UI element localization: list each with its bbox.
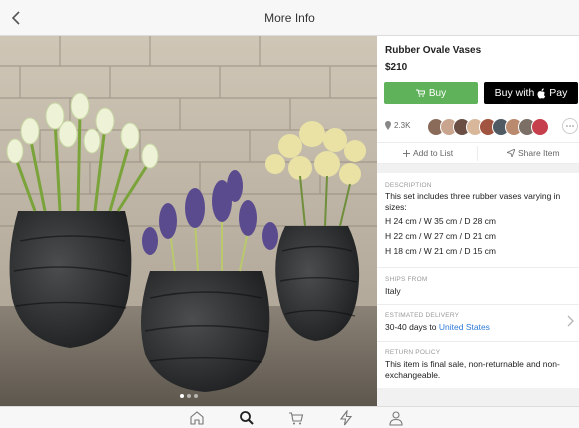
- size-line: H 24 cm / W 35 cm / D 28 cm: [385, 216, 496, 226]
- ships-from-value: Italy: [385, 286, 401, 296]
- section-divider-band: [377, 164, 579, 173]
- return-policy-text: This item is final sale, non-returnable …: [385, 359, 560, 380]
- more-dots-icon: [566, 125, 574, 127]
- saver-avatars[interactable]: [427, 118, 555, 136]
- plus-icon: [403, 149, 410, 157]
- description-text: This set includes three rubber vases var…: [385, 191, 561, 212]
- action-row: Add to List Share Item: [377, 142, 579, 164]
- likes-counter[interactable]: 2.3K: [385, 121, 410, 130]
- return-policy-label: RETURN POLICY: [385, 349, 441, 356]
- send-icon: [507, 149, 515, 157]
- flash-icon: [339, 409, 353, 426]
- divider: [377, 267, 579, 268]
- tab-cart[interactable]: [288, 410, 304, 426]
- tab-home[interactable]: [189, 410, 205, 426]
- add-to-list-button[interactable]: Add to List: [403, 148, 453, 158]
- search-icon: [240, 411, 254, 425]
- apple-pay-suffix: Pay: [549, 87, 568, 99]
- delivery-prefix: 30-40 days to: [385, 322, 437, 332]
- cart-icon: [289, 412, 304, 425]
- social-row: 2.3K: [385, 118, 579, 136]
- apple-pay-label: Buy with: [494, 87, 535, 99]
- apple-pay-button[interactable]: Buy with Pay: [484, 82, 578, 104]
- action-divider: [477, 146, 478, 161]
- delivery-country-link[interactable]: United States: [439, 322, 490, 332]
- share-item-button[interactable]: Share Item: [507, 148, 560, 158]
- buy-button-label: Buy: [428, 87, 447, 99]
- carousel-dot[interactable]: [186, 394, 191, 398]
- add-to-list-label: Add to List: [413, 148, 454, 158]
- carousel-dots[interactable]: [0, 394, 377, 398]
- product-detail-panel: Rubber Ovale Vases $210 Buy Buy with Pay…: [377, 36, 579, 406]
- description-label: DESCRIPTION: [385, 182, 432, 189]
- delivery-label: ESTIMATED DELIVERY: [385, 312, 460, 319]
- pin-icon: [385, 121, 391, 130]
- product-image[interactable]: [0, 36, 377, 406]
- cart-icon: [415, 89, 425, 97]
- carousel-dot[interactable]: [179, 394, 184, 398]
- product-title: Rubber Ovale Vases: [385, 45, 482, 56]
- divider: [377, 304, 579, 305]
- vases-photo: [0, 36, 377, 406]
- section-divider-band: [377, 388, 579, 406]
- chevron-right-icon: [567, 315, 574, 327]
- share-item-label: Share Item: [518, 148, 560, 158]
- divider: [377, 341, 579, 342]
- home-icon: [190, 411, 204, 425]
- carousel-dot[interactable]: [193, 394, 198, 398]
- tab-search[interactable]: [239, 410, 255, 426]
- likes-count: 2.3K: [394, 121, 411, 130]
- ships-from-label: SHIPS FROM: [385, 276, 428, 283]
- avatar: [531, 118, 549, 136]
- delivery-value: 30-40 days to United States: [385, 322, 573, 333]
- apple-icon: [537, 87, 546, 99]
- size-line: H 22 cm / W 27 cm / D 21 cm: [385, 231, 496, 241]
- bottom-tab-bar: [0, 406, 579, 428]
- tab-deals[interactable]: [338, 409, 354, 426]
- profile-icon: [389, 411, 403, 426]
- product-price: $210: [385, 62, 408, 73]
- more-button[interactable]: [562, 118, 578, 134]
- top-bar: More Info: [0, 0, 579, 36]
- size-line: H 18 cm / W 21 cm / D 15 cm: [385, 246, 496, 256]
- tab-profile[interactable]: [388, 410, 404, 426]
- buy-button[interactable]: Buy: [384, 82, 478, 104]
- page-title: More Info: [264, 11, 315, 25]
